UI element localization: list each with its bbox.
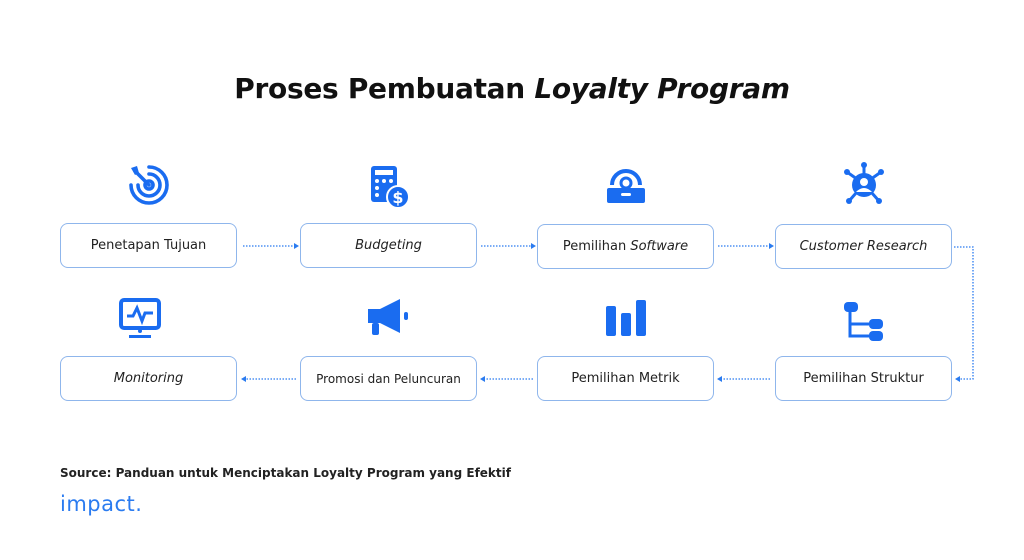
arrowhead bbox=[769, 243, 774, 249]
source-text: Source: Panduan untuk Menciptakan Loyalt… bbox=[60, 466, 511, 480]
arrowhead bbox=[480, 376, 485, 382]
impact-logo: impact. bbox=[60, 492, 143, 516]
arrowhead bbox=[717, 376, 722, 382]
arrowhead bbox=[531, 243, 536, 249]
arrowhead bbox=[955, 376, 960, 382]
connector-arrow bbox=[954, 246, 974, 380]
arrowhead bbox=[241, 376, 246, 382]
arrowhead bbox=[294, 243, 299, 249]
